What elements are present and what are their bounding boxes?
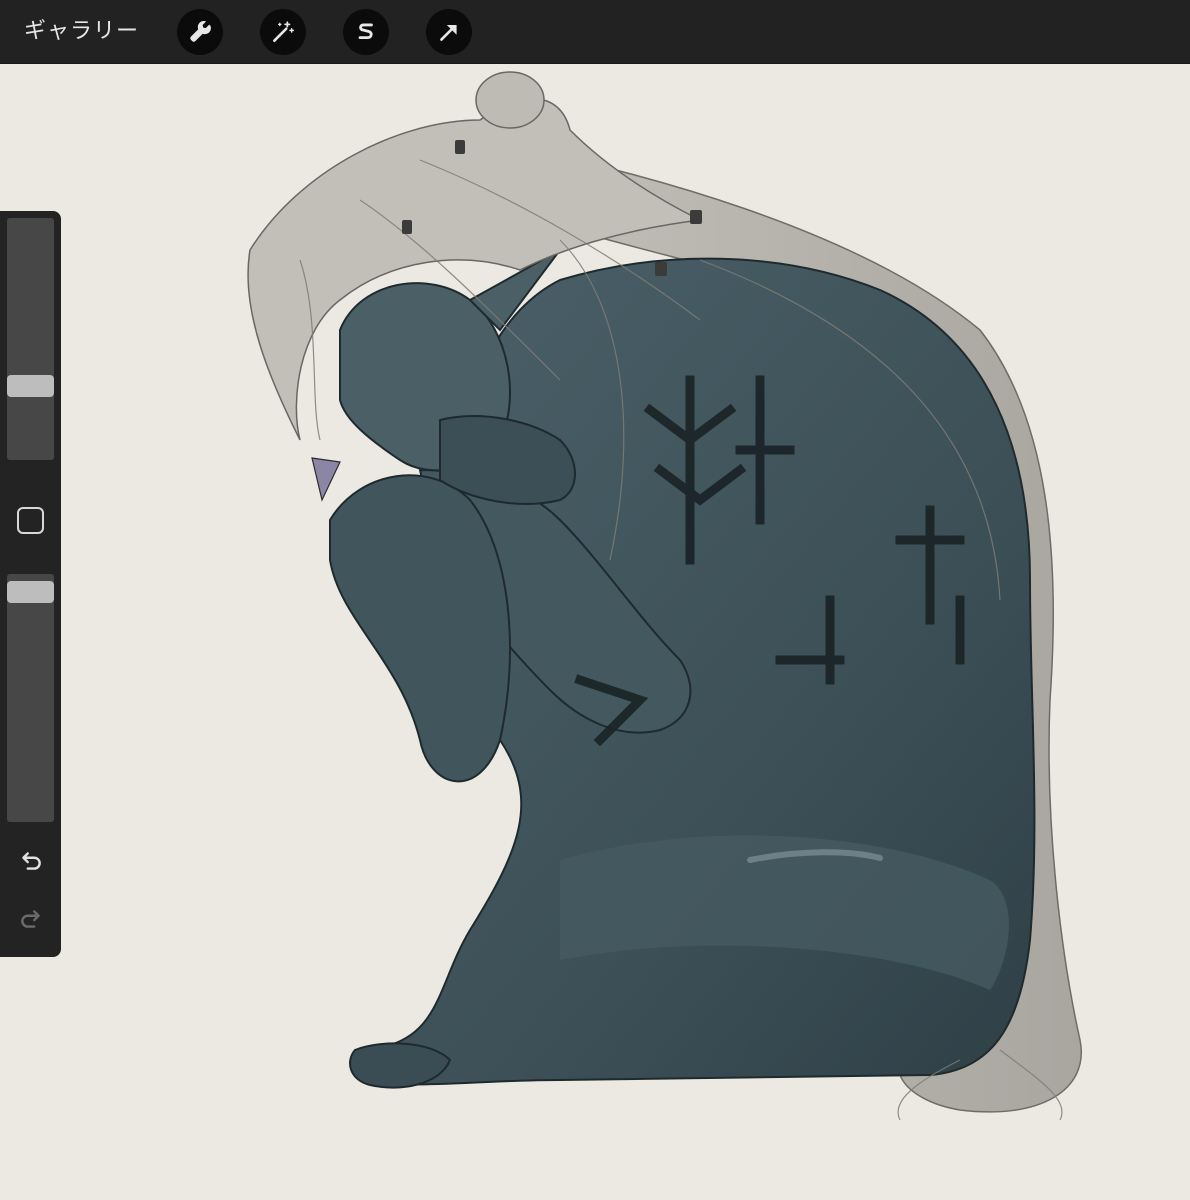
redo-icon[interactable] [15, 903, 47, 935]
magic-wand-icon[interactable] [260, 9, 306, 55]
redo-glyph [21, 910, 40, 928]
brush-size-knob[interactable] [7, 375, 54, 397]
undo-glyph [22, 852, 41, 870]
top-toolbar: ギャラリー [0, 0, 1190, 64]
arrow-glyph [440, 24, 457, 41]
selection-s-icon[interactable] [343, 9, 389, 55]
arrow-cursor-icon[interactable] [426, 9, 472, 55]
brush-size-slider[interactable] [7, 218, 54, 460]
wrench-icon[interactable] [177, 9, 223, 55]
square-icon[interactable] [17, 507, 44, 534]
wrench-glyph [190, 21, 211, 42]
magic-wand-glyph [273, 21, 295, 42]
opacity-knob[interactable] [7, 581, 54, 603]
opacity-slider[interactable] [7, 574, 54, 822]
undo-icon[interactable] [15, 845, 47, 877]
left-sidebar [0, 211, 61, 957]
selection-glyph [358, 23, 373, 40]
kneeling-figure-illustration [247, 71, 1082, 1121]
drawing-canvas[interactable] [0, 64, 1190, 1200]
gallery-button[interactable]: ギャラリー [24, 14, 139, 50]
